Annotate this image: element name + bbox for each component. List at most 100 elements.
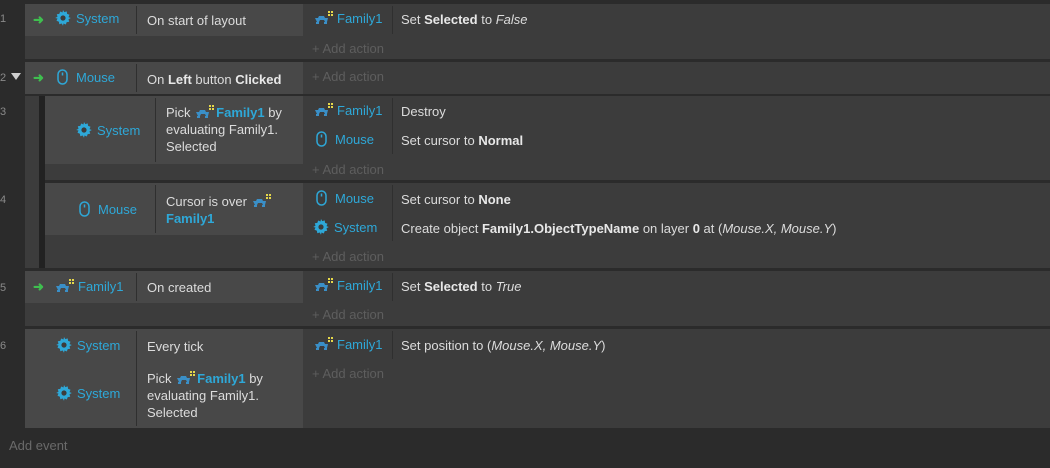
action-text-italic: True [495, 279, 522, 294]
condition-object-mouse[interactable]: Mouse [79, 201, 137, 217]
action-object-mouse[interactable]: Mouse [316, 131, 374, 147]
action-text-italic: Mouse.X, Mouse.Y [491, 338, 602, 353]
object-name: Mouse [335, 190, 375, 206]
family-icon [194, 104, 216, 120]
action-text-part: Set [401, 12, 425, 27]
condition-text-part: by [264, 105, 282, 120]
line-number-5: 5 [0, 282, 6, 294]
action-text: Set position to (Mouse.X, Mouse.Y) [401, 337, 606, 354]
add-action-button[interactable]: + Add action [312, 162, 384, 177]
condition-object-system[interactable]: System [56, 337, 120, 353]
family-name: Family1 [166, 211, 215, 226]
object-name: System [77, 385, 121, 401]
action-text-bold: 0 [692, 221, 700, 236]
condition-text-part: Selected [166, 139, 217, 154]
gear-icon [313, 219, 329, 235]
divider [392, 185, 393, 241]
object-name: Family1 [337, 10, 383, 26]
object-name: Mouse [98, 201, 138, 217]
condition-text: Cursor is over Family1 [166, 193, 296, 227]
action-object-system[interactable]: System [313, 219, 377, 235]
object-name: System [97, 122, 141, 138]
family-icon [251, 193, 273, 209]
trigger-arrow-icon: ➜ [33, 12, 44, 27]
line-number-2: 2 [0, 72, 6, 84]
object-name: Mouse [76, 69, 116, 85]
line-number-6: 6 [0, 340, 6, 352]
add-action-button[interactable]: + Add action [312, 249, 384, 264]
family-name: Family1 [197, 371, 246, 386]
add-event-button[interactable]: Add event [9, 438, 68, 453]
action-text: Set cursor to None [401, 191, 511, 208]
condition-object-system[interactable]: System [76, 122, 140, 138]
add-action-button[interactable]: + Add action [312, 69, 384, 84]
family-name: Family1 [216, 105, 265, 120]
action-text-part: ) [601, 338, 606, 353]
action-text: Create object Family1.ObjectTypeName on … [401, 220, 837, 237]
mouse-icon [316, 131, 327, 147]
add-action-button[interactable]: + Add action [312, 307, 384, 322]
condition-text: Every tick [147, 339, 204, 354]
trigger-arrow-icon: ➜ [33, 279, 44, 294]
line-number-1: 1 [0, 13, 6, 25]
condition-text-part: On [147, 72, 168, 87]
action-text-part: Set cursor to [401, 192, 479, 207]
mouse-icon [316, 190, 327, 206]
collapse-triangle-icon[interactable] [11, 73, 21, 80]
action-text: Destroy [401, 104, 446, 119]
object-name: Family1 [337, 277, 383, 293]
family-icon [313, 277, 335, 293]
action-text-part: Set [401, 279, 425, 294]
action-text-bold: Family1.ObjectTypeName [481, 221, 640, 236]
object-name: System [76, 10, 120, 26]
add-action-button[interactable]: + Add action [312, 41, 384, 56]
gear-icon [56, 385, 72, 401]
action-text-part: Set cursor to [401, 133, 479, 148]
condition-object-mouse[interactable]: Mouse [57, 69, 115, 85]
condition-text-part: by [245, 371, 263, 386]
action-text-bold: Selected [424, 279, 478, 294]
condition-text-part: Cursor is over [166, 194, 247, 209]
condition-object-system[interactable]: System [56, 385, 120, 401]
condition-text-part: Pick [166, 105, 195, 120]
object-name: Mouse [335, 131, 375, 147]
condition-text-part: evaluating Family1. [147, 388, 259, 403]
condition-object-family1[interactable]: Family1 [54, 278, 124, 294]
condition-text-part: evaluating Family1. [166, 122, 278, 137]
line-number-3: 3 [0, 106, 6, 118]
action-text-italic: Mouse.X, Mouse.Y [722, 221, 833, 236]
action-object-family1[interactable]: Family1 [313, 336, 383, 352]
divider [392, 273, 393, 301]
action-object-family1[interactable]: Family1 [313, 277, 383, 293]
object-name: Family1 [78, 278, 124, 294]
action-text-bold: None [478, 192, 511, 207]
divider [392, 98, 393, 154]
action-object-mouse[interactable]: Mouse [316, 190, 374, 206]
action-object-family1[interactable]: Family1 [313, 10, 383, 26]
line-number-4: 4 [0, 194, 6, 206]
action-text-part: Create object [401, 221, 482, 236]
condition-text-part: Pick [147, 371, 176, 386]
action-text: Set Selected to False [401, 11, 527, 28]
divider [136, 331, 137, 426]
divider [155, 98, 156, 162]
gear-icon [56, 337, 72, 353]
family-icon [313, 10, 335, 26]
condition-text: Pick Family1 by evaluating Family1. Sele… [147, 370, 297, 421]
add-action-button[interactable]: + Add action [312, 366, 384, 381]
gear-icon [55, 10, 71, 26]
object-name: System [77, 337, 121, 353]
mouse-icon [79, 201, 90, 217]
action-object-family1[interactable]: Family1 [313, 102, 383, 118]
condition-object-system[interactable]: System [55, 10, 119, 26]
divider [155, 185, 156, 233]
divider [136, 6, 137, 34]
mouse-icon [57, 69, 68, 85]
gear-icon [76, 122, 92, 138]
family-icon [313, 336, 335, 352]
action-text-part: ) [832, 221, 837, 236]
action-text-bold: Normal [478, 133, 524, 148]
condition-text-part: button [191, 72, 236, 87]
divider [136, 273, 137, 301]
divider [136, 64, 137, 92]
